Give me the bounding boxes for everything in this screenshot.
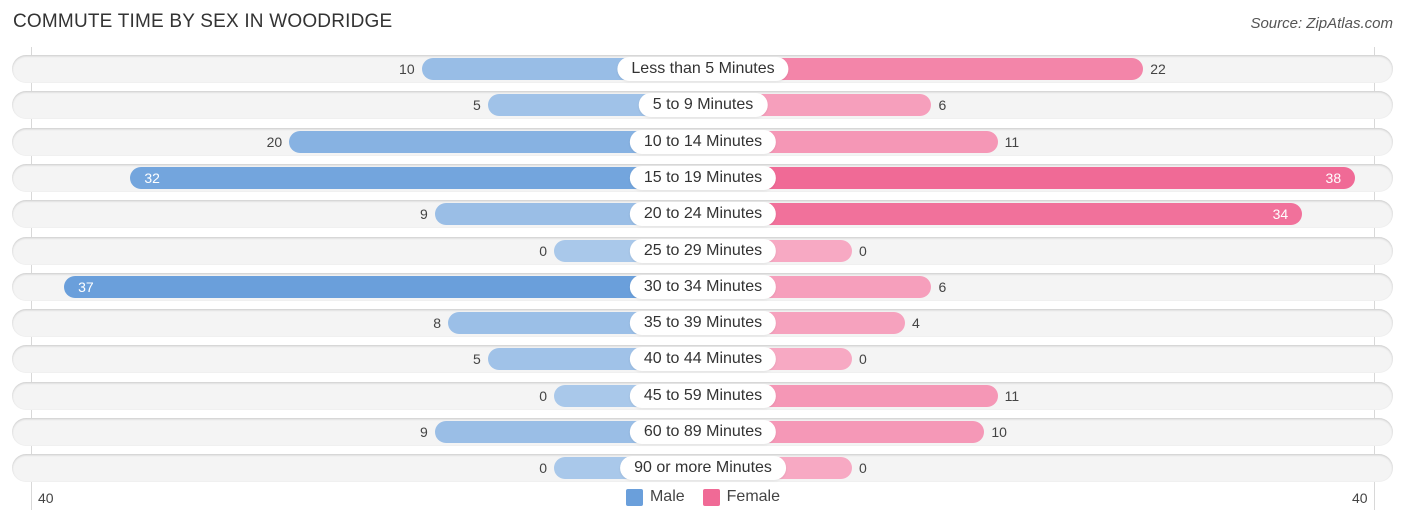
female-bar[interactable] bbox=[703, 166, 1356, 189]
legend-swatch-female bbox=[702, 488, 720, 506]
male-value-label: 5 bbox=[473, 97, 481, 114]
female-bar[interactable] bbox=[703, 203, 1303, 226]
category-label: 5 to 9 Minutes bbox=[638, 93, 768, 118]
category-label: 40 to 44 Minutes bbox=[629, 347, 777, 372]
male-value-label: 9 bbox=[420, 206, 428, 223]
category-label: 20 to 24 Minutes bbox=[629, 202, 777, 227]
female-value-label: 0 bbox=[859, 242, 867, 259]
female-value-label: 0 bbox=[859, 351, 867, 368]
male-value-label: 10 bbox=[399, 61, 415, 77]
female-value-label: 6 bbox=[938, 278, 947, 295]
female-value-label: 6 bbox=[938, 97, 947, 114]
male-value-label: 0 bbox=[539, 387, 547, 404]
category-label: 35 to 39 Minutes bbox=[629, 311, 777, 336]
source-label: Source: ZipAtlas.com bbox=[1250, 15, 1393, 32]
category-label: 30 to 34 Minutes bbox=[629, 274, 777, 299]
legend-swatch-male bbox=[625, 488, 643, 506]
male-value-label: 5 bbox=[473, 351, 481, 368]
male-bar[interactable] bbox=[64, 275, 703, 298]
category-label: 90 or more Minutes bbox=[620, 456, 786, 481]
category-label: 15 to 19 Minutes bbox=[629, 165, 777, 190]
male-bar[interactable] bbox=[130, 166, 703, 189]
female-value-label: 34 bbox=[1272, 206, 1289, 223]
female-value-label: 0 bbox=[859, 460, 867, 477]
legend-label-female: Female bbox=[726, 488, 781, 505]
category-label: 10 to 14 Minutes bbox=[629, 129, 777, 154]
male-value-label: 8 bbox=[433, 315, 442, 332]
legend-item-female[interactable]: Female bbox=[702, 488, 781, 506]
legend-label-male: Male bbox=[649, 488, 685, 505]
female-value-label: 11 bbox=[1004, 133, 1020, 150]
category-label: Less than 5 Minutes bbox=[617, 57, 789, 81]
male-value-label: 9 bbox=[420, 424, 428, 440]
category-label: 60 to 89 Minutes bbox=[629, 420, 777, 444]
female-value-label: 11 bbox=[1004, 387, 1020, 404]
male-value-label: 0 bbox=[539, 242, 547, 259]
male-value-label: 37 bbox=[78, 278, 94, 295]
female-value-label: 4 bbox=[911, 315, 920, 332]
male-value-label: 32 bbox=[144, 169, 160, 186]
legend: Male Female bbox=[0, 488, 1406, 506]
chart-title: COMMUTE TIME BY SEX IN WOODRIDGE bbox=[13, 11, 393, 32]
female-value-label: 22 bbox=[1150, 61, 1166, 77]
category-label: 45 to 59 Minutes bbox=[629, 383, 777, 408]
female-value-label: 38 bbox=[1325, 169, 1342, 186]
legend-item-male[interactable]: Male bbox=[625, 488, 685, 506]
male-value-label: 20 bbox=[266, 133, 283, 150]
category-label: 25 to 29 Minutes bbox=[629, 238, 777, 263]
male-value-label: 0 bbox=[539, 460, 547, 477]
female-value-label: 10 bbox=[991, 424, 1007, 440]
